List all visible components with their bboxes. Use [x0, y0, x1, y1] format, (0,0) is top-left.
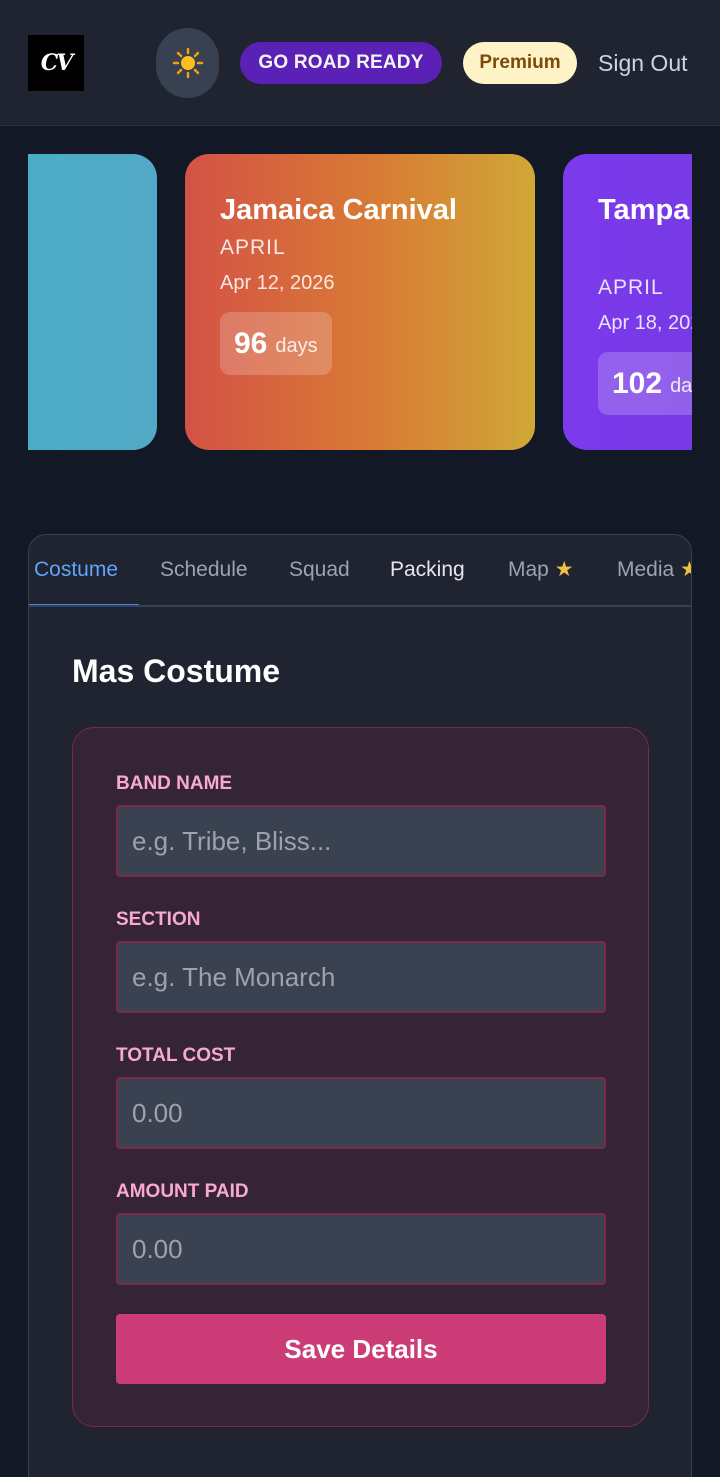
- amount-paid-label: AMOUNT PAID: [116, 1181, 249, 1202]
- tab-costume[interactable]: Costume: [29, 535, 140, 605]
- section-title: Mas Costume: [72, 653, 281, 689]
- carnival-card[interactable]: Jamaica Carnival APRIL Apr 12, 2026 96 d…: [185, 154, 535, 450]
- card-month: APRIL: [598, 276, 664, 299]
- carnival-card[interactable]: Tampa Carnival APRIL Apr 18, 2026 102 da…: [563, 154, 692, 450]
- theme-toggle-button[interactable]: [156, 28, 219, 98]
- star-icon: ★: [554, 558, 574, 581]
- card-title: as: [28, 190, 157, 230]
- total-cost-input[interactable]: [116, 1077, 606, 1149]
- section-input[interactable]: [116, 941, 606, 1013]
- trip-details-panel: Costume Schedule Squad Packing Map ★ Med…: [28, 534, 692, 1477]
- app-logo[interactable]: CV: [28, 35, 84, 91]
- total-cost-label: TOTAL COST: [116, 1045, 236, 1066]
- app-header: CV GO ROAD READY Premium Sign Out: [0, 0, 720, 126]
- tab-schedule[interactable]: Schedule: [160, 535, 248, 605]
- section-label: SECTION: [116, 909, 201, 930]
- costume-form: BAND NAME SECTION TOTAL COST AMOUNT PAID…: [72, 727, 649, 1427]
- tab-squad[interactable]: Squad: [289, 535, 350, 605]
- logo-text: CV: [40, 50, 74, 76]
- days-count: 96: [234, 326, 268, 360]
- tab-packing[interactable]: Packing: [390, 535, 465, 605]
- card-date: Apr 18, 2026: [598, 312, 692, 334]
- card-title: Jamaica Carnival: [220, 194, 457, 226]
- go-road-ready-button[interactable]: GO ROAD READY: [240, 42, 442, 84]
- days-unit: days: [275, 335, 318, 357]
- tab-media[interactable]: Media ★: [617, 535, 691, 605]
- star-icon: ★: [680, 558, 691, 581]
- days-count: 102: [612, 366, 663, 400]
- carnival-carousel[interactable]: as Jamaica Carnival APRIL Apr 12, 2026 9…: [28, 154, 692, 450]
- countdown-badge: 102 days: [598, 352, 692, 415]
- tab-map[interactable]: Map ★: [508, 535, 574, 605]
- band-name-label: BAND NAME: [116, 773, 233, 794]
- card-month: APRIL: [220, 236, 286, 259]
- premium-badge[interactable]: Premium: [463, 42, 577, 84]
- card-title: Tampa Carnival: [598, 194, 692, 226]
- carnival-card[interactable]: as: [28, 154, 157, 450]
- countdown-badge: 96 days: [220, 312, 332, 375]
- card-date: Apr 12, 2026: [220, 272, 335, 294]
- tab-bar: Costume Schedule Squad Packing Map ★ Med…: [29, 535, 691, 607]
- sun-icon: [172, 47, 203, 79]
- days-unit: days: [670, 375, 692, 397]
- band-name-input[interactable]: [116, 805, 606, 877]
- amount-paid-input[interactable]: [116, 1213, 606, 1285]
- sign-out-link[interactable]: Sign Out: [598, 48, 688, 78]
- save-details-button[interactable]: Save Details: [116, 1314, 606, 1384]
